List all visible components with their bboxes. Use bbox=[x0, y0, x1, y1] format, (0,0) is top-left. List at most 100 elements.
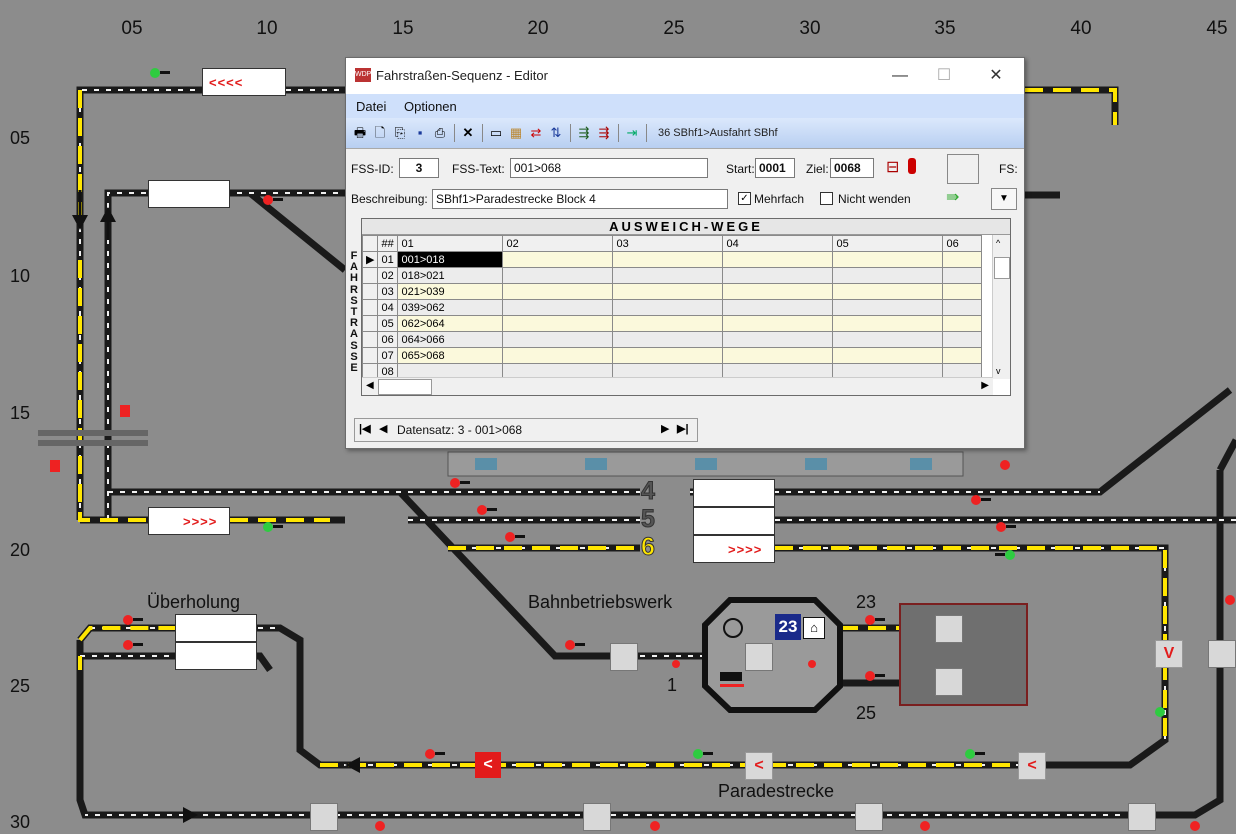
ziel-field[interactable]: 0068 bbox=[830, 158, 874, 178]
grid-cell[interactable] bbox=[832, 299, 944, 316]
direction-marker[interactable]: < bbox=[1018, 752, 1046, 780]
window-icon[interactable]: ▭ bbox=[488, 125, 504, 141]
track-red-icon[interactable]: ⇶ bbox=[596, 125, 612, 141]
grid-cell[interactable] bbox=[832, 347, 944, 364]
table-row[interactable]: 02 018>021 bbox=[361, 267, 983, 284]
menu-datei[interactable]: Datei bbox=[356, 99, 386, 114]
direction-marker-red[interactable]: < bbox=[475, 752, 501, 778]
menu-optionen[interactable]: Optionen bbox=[404, 99, 457, 114]
grid-cell[interactable] bbox=[832, 331, 944, 348]
grid-cell[interactable] bbox=[502, 283, 614, 300]
switch-button[interactable] bbox=[855, 803, 883, 831]
grid-cell[interactable] bbox=[502, 315, 614, 332]
table-row[interactable]: 07 065>068 bbox=[361, 347, 983, 364]
grid-cell[interactable] bbox=[722, 347, 834, 364]
exit-icon[interactable]: ⇥ bbox=[624, 125, 640, 141]
grid-cell[interactable]: 062>064 bbox=[397, 315, 504, 332]
route-box-track-6[interactable]: >>>> bbox=[693, 535, 775, 563]
delete-icon[interactable]: ✕ bbox=[460, 125, 476, 141]
table-row[interactable]: 05 062>064 bbox=[361, 315, 983, 332]
table-row[interactable]: 06 064>066 bbox=[361, 331, 983, 348]
fss-text-field[interactable]: 001>068 bbox=[510, 158, 708, 178]
grid-cell[interactable] bbox=[612, 347, 724, 364]
table-row[interactable]: 04 039>062 bbox=[361, 299, 983, 316]
nav-first-button[interactable]: |◀ bbox=[359, 422, 371, 435]
grid-icon[interactable]: ▦ bbox=[508, 125, 524, 141]
scroll-up-icon[interactable]: ^ bbox=[996, 238, 1000, 248]
grid-cell[interactable] bbox=[832, 283, 944, 300]
route-box-ueberholung-2[interactable] bbox=[175, 642, 257, 670]
grid-cell[interactable] bbox=[612, 283, 724, 300]
vertical-scrollbar[interactable]: ^ v bbox=[992, 235, 1010, 379]
grid-cell[interactable] bbox=[612, 315, 724, 332]
grid-cell[interactable]: 039>062 bbox=[397, 299, 504, 316]
route-box-top[interactable]: <<<< bbox=[202, 68, 286, 96]
scroll-left-icon[interactable]: ◀ bbox=[366, 380, 374, 391]
grid-cell[interactable] bbox=[722, 299, 834, 316]
scroll-thumb[interactable] bbox=[994, 257, 1010, 279]
grid-cell[interactable] bbox=[832, 251, 944, 268]
house-icon[interactable]: ⌂ bbox=[803, 617, 825, 639]
route-red-icon[interactable]: ⇄ bbox=[528, 125, 544, 141]
switch-button[interactable] bbox=[610, 643, 638, 671]
grid-cell[interactable]: 001>018 bbox=[397, 251, 504, 268]
nav-prev-button[interactable]: ◀ bbox=[379, 422, 387, 435]
minimize-button[interactable]: — bbox=[878, 64, 922, 88]
grid-cell[interactable] bbox=[942, 267, 983, 284]
route-ab-icon[interactable]: ⇅ bbox=[548, 125, 564, 141]
switch-button[interactable] bbox=[935, 668, 963, 696]
grid-cell[interactable] bbox=[612, 299, 724, 316]
switch-button[interactable] bbox=[310, 803, 338, 831]
grid-cell[interactable] bbox=[502, 331, 614, 348]
print-icon[interactable]: 🖶 bbox=[352, 125, 368, 141]
grid-cell[interactable] bbox=[942, 283, 983, 300]
beschreibung-field[interactable]: SBhf1>Paradestrecke Block 4 bbox=[432, 189, 728, 209]
printer-icon[interactable]: ⎙ bbox=[432, 125, 448, 141]
maximize-button[interactable]: ☐ bbox=[922, 64, 966, 88]
grid-cell[interactable] bbox=[612, 331, 724, 348]
nav-last-button[interactable]: ▶| bbox=[677, 422, 689, 435]
scroll-down-icon[interactable]: v bbox=[996, 366, 1001, 376]
mehrfach-checkbox[interactable]: ✓ bbox=[738, 192, 751, 205]
grid-cell[interactable] bbox=[612, 251, 724, 268]
route-box-track-5[interactable] bbox=[693, 507, 775, 535]
signal-red-icon[interactable] bbox=[908, 158, 916, 174]
switch-button[interactable] bbox=[935, 615, 963, 643]
switch-button[interactable] bbox=[1128, 803, 1156, 831]
grid-cell[interactable] bbox=[502, 347, 614, 364]
grid-cell[interactable] bbox=[502, 251, 614, 268]
fs-dropdown-button[interactable]: ▼ bbox=[991, 188, 1017, 210]
route-box-left-2[interactable] bbox=[148, 180, 230, 208]
start-field[interactable]: 0001 bbox=[755, 158, 795, 178]
grid-cell[interactable] bbox=[942, 331, 983, 348]
v-marker[interactable]: V bbox=[1155, 640, 1183, 668]
track-icon[interactable]: ⇶ bbox=[576, 125, 592, 141]
close-button[interactable]: ✕ bbox=[974, 64, 1018, 88]
switch-button[interactable] bbox=[1208, 640, 1236, 668]
table-row[interactable]: ▶ 01 001>018 bbox=[361, 251, 983, 268]
route-box-ueberholung-1[interactable] bbox=[175, 614, 257, 642]
grid-cell[interactable] bbox=[942, 347, 983, 364]
grid-cell[interactable] bbox=[832, 267, 944, 284]
save-icon[interactable]: ▪ bbox=[412, 125, 428, 141]
grid-cell[interactable]: 064>066 bbox=[397, 331, 504, 348]
nav-next-button[interactable]: ▶ bbox=[661, 422, 669, 435]
horizontal-scrollbar[interactable]: ◀ ▶ bbox=[362, 377, 993, 395]
grid-cell[interactable] bbox=[722, 331, 834, 348]
scroll-thumb-h[interactable] bbox=[378, 379, 432, 395]
grid-cell[interactable]: 018>021 bbox=[397, 267, 504, 284]
fss-id-field[interactable]: 3 bbox=[399, 158, 439, 178]
apply-arrow-button[interactable]: ⇛ bbox=[946, 187, 959, 207]
route-box-track-4[interactable] bbox=[693, 479, 775, 507]
grid-cell[interactable] bbox=[722, 283, 834, 300]
grid-cell[interactable] bbox=[942, 251, 983, 268]
grid-cell[interactable] bbox=[722, 251, 834, 268]
title-bar[interactable]: WDP Fahrstraßen-Sequenz - Editor — ☐ ✕ bbox=[346, 58, 1024, 94]
grid-cell[interactable] bbox=[942, 299, 983, 316]
grid-cell[interactable] bbox=[722, 267, 834, 284]
grid-cell[interactable] bbox=[612, 267, 724, 284]
depot-badge[interactable]: 23 bbox=[775, 614, 801, 640]
switch-button[interactable] bbox=[745, 643, 773, 671]
new-icon[interactable]: 🗋 bbox=[372, 125, 388, 141]
grid-cell[interactable] bbox=[502, 299, 614, 316]
